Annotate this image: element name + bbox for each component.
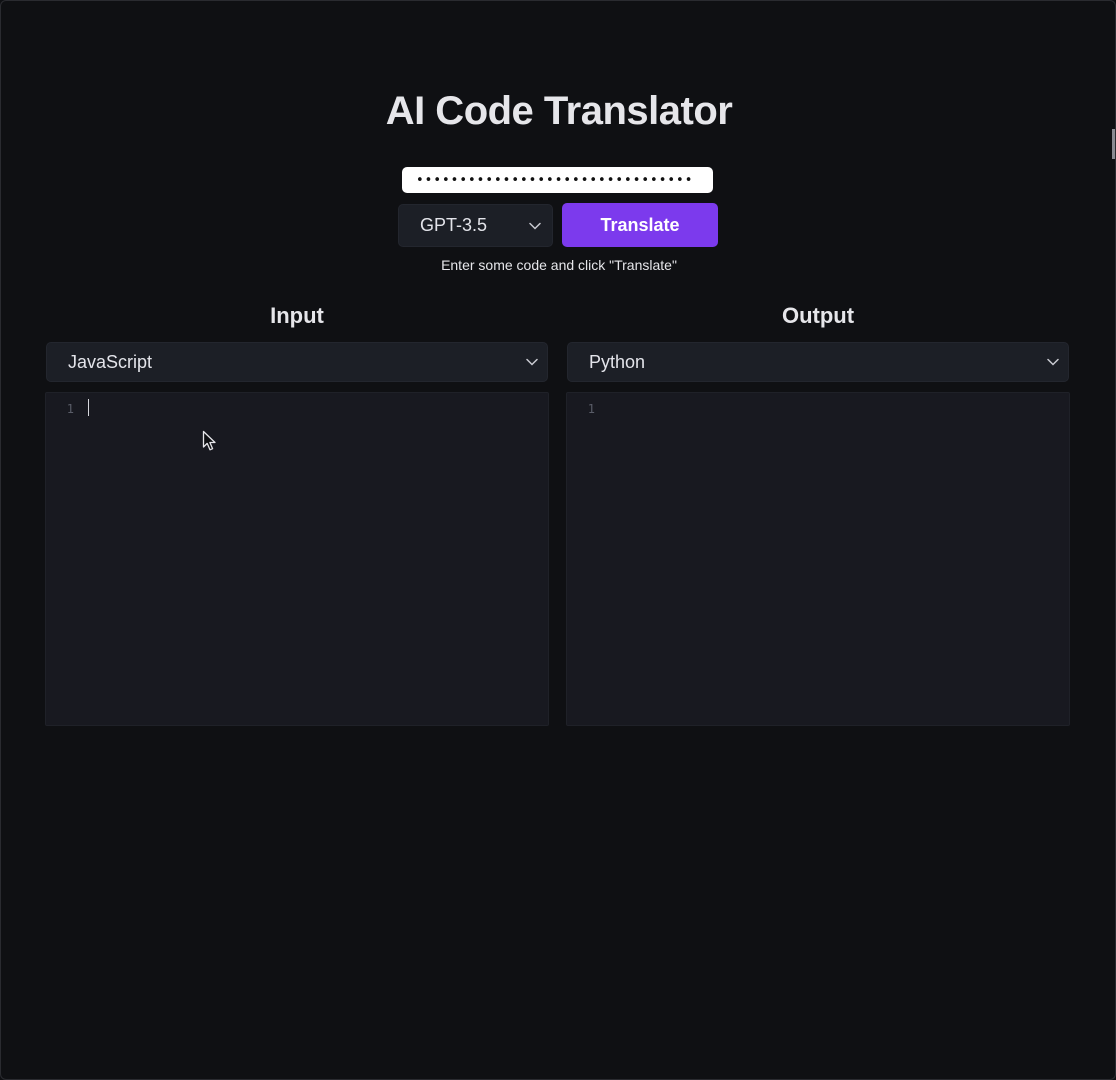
chevron-down-icon: [525, 355, 539, 369]
line-number: 1: [587, 402, 595, 416]
chevron-down-icon: [1046, 355, 1060, 369]
text-caret: [88, 399, 89, 416]
chevron-down-icon: [528, 219, 542, 233]
api-key-input[interactable]: [402, 167, 713, 193]
input-language-select[interactable]: JavaScript: [46, 342, 548, 382]
input-language-value: JavaScript: [68, 351, 153, 372]
model-select-value: GPT-3.5: [420, 215, 488, 235]
app-window: AI Code Translator GPT-3.5 Translate Ent…: [0, 0, 1116, 1080]
line-number: 1: [66, 402, 74, 416]
translate-button[interactable]: Translate: [562, 203, 718, 247]
input-code-area[interactable]: [84, 393, 548, 725]
input-code-editor[interactable]: 1: [45, 392, 549, 726]
output-code-editor[interactable]: 1: [566, 392, 1070, 726]
output-code-area[interactable]: [605, 393, 1069, 725]
output-language-select[interactable]: Python: [567, 342, 1069, 382]
page-title: AI Code Translator: [385, 89, 733, 133]
output-heading: Output: [781, 303, 855, 328]
model-select[interactable]: GPT-3.5: [398, 204, 553, 247]
output-line-gutter: 1: [567, 393, 601, 725]
status-hint: Enter some code and click "Translate": [441, 257, 677, 273]
output-language-value: Python: [589, 351, 646, 372]
input-heading: Input: [270, 303, 324, 328]
input-line-gutter: 1: [46, 393, 80, 725]
